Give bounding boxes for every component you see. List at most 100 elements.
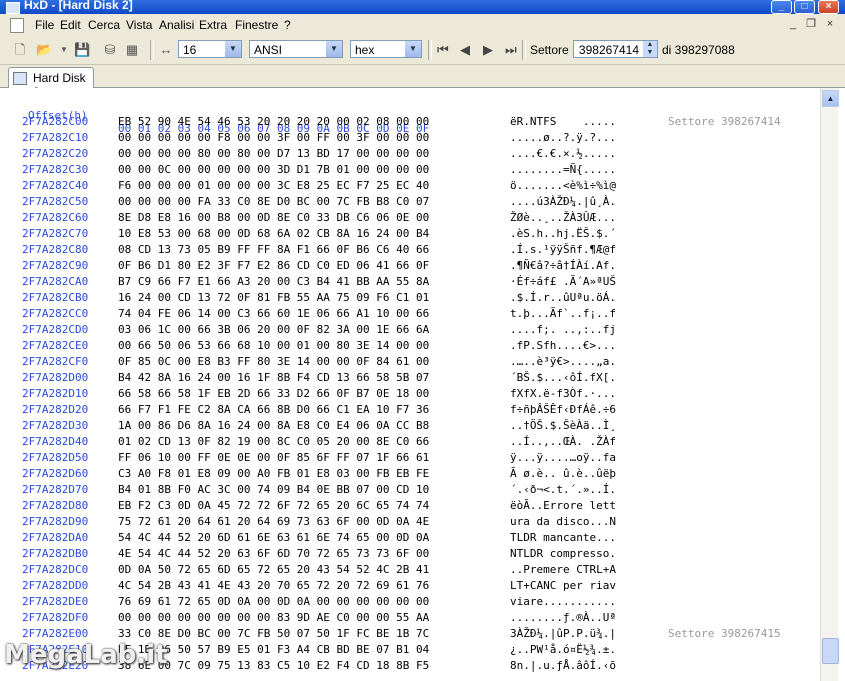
- offset-cell[interactable]: 2F7A282D10: [22, 387, 88, 400]
- hex-bytes-cell[interactable]: 00 00 00 00 00 F8 00 00 3F 00 FF 00 3F 0…: [118, 131, 429, 144]
- hex-bytes-cell[interactable]: 00 00 00 00 FA 33 C0 8E D0 BC 00 7C FB B…: [118, 195, 429, 208]
- ascii-cell[interactable]: t.þ...Ãf`..f¡..f: [510, 307, 616, 320]
- offset-cell[interactable]: 2F7A282DE0: [22, 595, 88, 608]
- offset-cell[interactable]: 2F7A282D80: [22, 499, 88, 512]
- hex-bytes-cell[interactable]: B4 42 8A 16 24 00 16 1F 8B F4 CD 13 66 5…: [118, 371, 429, 384]
- menu-finestre[interactable]: Finestre: [235, 18, 278, 32]
- hex-bytes-cell[interactable]: 00 00 0C 00 00 00 00 00 3D D1 7B 01 00 0…: [118, 163, 429, 176]
- offset-cell[interactable]: 2F7A282D90: [22, 515, 88, 528]
- minimize-button[interactable]: _: [771, 0, 792, 14]
- offset-cell[interactable]: 2F7A282C20: [22, 147, 88, 160]
- ascii-cell[interactable]: .¶Ñ€â?÷â†ÍÀí.Af.: [510, 259, 616, 272]
- offset-cell[interactable]: 2F7A282C90: [22, 259, 88, 272]
- ascii-cell[interactable]: NTLDR compresso.: [510, 547, 616, 560]
- hex-bytes-cell[interactable]: EB 52 90 4E 54 46 53 20 20 20 20 00 02 0…: [118, 115, 429, 128]
- ascii-cell[interactable]: .èS.h..hj.ËŠ.$.´: [510, 227, 616, 240]
- offset-cell[interactable]: 2F7A282D60: [22, 467, 88, 480]
- menu-vista[interactable]: Vista: [126, 18, 152, 32]
- menu-analisi[interactable]: Analisi: [159, 18, 194, 32]
- vertical-scrollbar[interactable]: ▲: [820, 88, 839, 681]
- offset-cell[interactable]: 2F7A282C30: [22, 163, 88, 176]
- hex-bytes-cell[interactable]: 00 00 00 00 00 00 00 00 83 9D AE C0 00 0…: [118, 611, 429, 624]
- last-sector-icon[interactable]: ⏭: [505, 42, 517, 58]
- hex-bytes-cell[interactable]: 54 4C 44 52 20 6D 61 6E 63 61 6E 74 65 0…: [118, 531, 429, 544]
- ascii-cell[interactable]: ŽØè..¸..ŽÀ3ÛÆ...: [510, 211, 616, 224]
- mdi-close-button[interactable]: ×: [823, 17, 837, 31]
- hex-bytes-cell[interactable]: 10 E8 53 00 68 00 0D 68 6A 02 CB 8A 16 2…: [118, 227, 429, 240]
- menu-help[interactable]: ?: [284, 18, 291, 32]
- hex-bytes-cell[interactable]: 16 24 00 CD 13 72 0F 81 FB 55 AA 75 09 F…: [118, 291, 429, 304]
- open-ram-icon[interactable]: ▦: [124, 42, 140, 58]
- ascii-cell[interactable]: .$.Í.r..ûUªu.öÁ.: [510, 291, 616, 304]
- hex-bytes-cell[interactable]: F6 00 00 00 01 00 00 00 3C E8 25 EC F7 2…: [118, 179, 429, 192]
- offset-cell[interactable]: 2F7A282DF0: [22, 611, 88, 624]
- hex-bytes-cell[interactable]: C3 A0 F8 01 E8 09 00 A0 FB 01 E8 03 00 F…: [118, 467, 429, 480]
- ascii-cell[interactable]: ·Éf÷áf£ .Ã´A»ªUŠ: [510, 275, 616, 288]
- charset-select[interactable]: ANSI ▼: [249, 40, 343, 58]
- close-button[interactable]: ×: [818, 0, 839, 14]
- hex-bytes-cell[interactable]: 08 CD 13 73 05 B9 FF FF 8A F1 66 0F B6 C…: [118, 243, 429, 256]
- ascii-cell[interactable]: ëR.NTFS .....: [510, 115, 616, 128]
- ascii-cell[interactable]: LT+CANC per riav: [510, 579, 616, 592]
- ascii-cell[interactable]: ¿..PW¹å.ó¤Ë½¾.±.: [510, 643, 616, 656]
- ascii-cell[interactable]: ö.......<è%ì÷%ì@: [510, 179, 616, 192]
- offset-cell[interactable]: 2F7A282CA0: [22, 275, 88, 288]
- bytes-per-row-select[interactable]: 16 ▼: [178, 40, 242, 58]
- hex-bytes-cell[interactable]: FF 06 10 00 FF 0E 0E 00 0F 85 6F FF 07 1…: [118, 451, 429, 464]
- menu-cerca[interactable]: Cerca: [88, 18, 120, 32]
- next-sector-icon[interactable]: ▶: [483, 42, 493, 58]
- hex-bytes-cell[interactable]: 33 C0 8E D0 BC 00 7C FB 50 07 50 1F FC B…: [118, 627, 429, 640]
- hex-bytes-cell[interactable]: 0F B6 D1 80 E2 3F F7 E2 86 CD C0 ED 06 4…: [118, 259, 429, 272]
- offset-cell[interactable]: 2F7A282C00: [22, 115, 88, 128]
- offset-cell[interactable]: 2F7A282C10: [22, 131, 88, 144]
- ascii-cell[interactable]: ´.‹ð¬<.t.´.»..Í.: [510, 483, 616, 496]
- ascii-cell[interactable]: .....ø..?.ÿ.?...: [510, 131, 616, 144]
- ascii-cell[interactable]: viare...........: [510, 595, 616, 608]
- offset-cell[interactable]: 2F7A282C60: [22, 211, 88, 224]
- display-mode-select[interactable]: hex ▼: [350, 40, 422, 58]
- open-file-icon[interactable]: 📂: [36, 42, 52, 58]
- hex-bytes-cell[interactable]: 76 69 61 72 65 0D 0A 00 0D 0A 00 00 00 0…: [118, 595, 429, 608]
- ascii-cell[interactable]: ....f;. ..‚:..fj: [510, 323, 616, 336]
- ascii-cell[interactable]: fXfX.ë-f3Òf.·...: [510, 387, 616, 400]
- open-dropdown-icon[interactable]: ▼: [56, 42, 72, 58]
- mdi-minimize-button[interactable]: _: [786, 17, 800, 31]
- hex-bytes-cell[interactable]: 8E D8 E8 16 00 B8 00 0D 8E C0 33 DB C6 0…: [118, 211, 429, 224]
- ascii-cell[interactable]: ura da disco...N: [510, 515, 616, 528]
- offset-cell[interactable]: 2F7A282D30: [22, 419, 88, 432]
- offset-cell[interactable]: 2F7A282D40: [22, 435, 88, 448]
- ascii-cell[interactable]: .fP.Sfh....€>...: [510, 339, 616, 352]
- previous-sector-icon[interactable]: ◀: [460, 42, 470, 58]
- menu-edit[interactable]: Edit: [60, 18, 81, 32]
- ascii-cell[interactable]: ..Í..‚..ŒÀ. .ŽÀf: [510, 435, 616, 448]
- hex-bytes-cell[interactable]: 74 04 FE 06 14 00 C3 66 60 1E 06 66 A1 1…: [118, 307, 429, 320]
- hex-bytes-cell[interactable]: 4C 54 2B 43 41 4E 43 20 70 65 72 20 72 6…: [118, 579, 429, 592]
- ascii-cell[interactable]: f÷ñþÂŠÊf‹ĐfÁê.÷6: [510, 403, 616, 416]
- offset-cell[interactable]: 2F7A282CB0: [22, 291, 88, 304]
- ascii-cell[interactable]: ..Premere CTRL+A: [510, 563, 616, 576]
- hex-bytes-cell[interactable]: 0D 0A 50 72 65 6D 65 72 65 20 43 54 52 4…: [118, 563, 429, 576]
- new-file-icon[interactable]: 🗋: [12, 42, 28, 58]
- scroll-thumb[interactable]: [822, 638, 839, 664]
- menu-extra[interactable]: Extra: [199, 18, 227, 32]
- offset-cell[interactable]: 2F7A282D00: [22, 371, 88, 384]
- offset-cell[interactable]: 2F7A282CD0: [22, 323, 88, 336]
- offset-cell[interactable]: 2F7A282CE0: [22, 339, 88, 352]
- hex-bytes-cell[interactable]: 00 00 00 00 80 00 80 00 D7 13 BD 17 00 0…: [118, 147, 429, 160]
- tab-hard-disk-2[interactable]: Hard Disk 2: [8, 67, 94, 99]
- offset-cell[interactable]: 2F7A282DA0: [22, 531, 88, 544]
- hex-bytes-cell[interactable]: 03 06 1C 00 66 3B 06 20 00 0F 82 3A 00 1…: [118, 323, 429, 336]
- ascii-cell[interactable]: .Í.s.¹ÿÿŠñf.¶Æ@f: [510, 243, 616, 256]
- offset-cell[interactable]: 2F7A282C80: [22, 243, 88, 256]
- ascii-cell[interactable]: ....ú3ÀŽĐ¼.|û¸À.: [510, 195, 616, 208]
- scroll-up-icon[interactable]: ▲: [822, 90, 839, 107]
- menu-file[interactable]: File: [35, 18, 54, 32]
- ascii-cell[interactable]: ëòÃ..Errore lett: [510, 499, 616, 512]
- hex-editor[interactable]: Offset(h) 00 01 02 03 04 05 06 07 08 09 …: [0, 88, 820, 681]
- offset-cell[interactable]: 2F7A282DB0: [22, 547, 88, 560]
- ascii-cell[interactable]: ........=Ñ{.....: [510, 163, 616, 176]
- hex-bytes-cell[interactable]: 75 72 61 20 64 61 20 64 69 73 63 6F 00 0…: [118, 515, 429, 528]
- offset-cell[interactable]: 2F7A282C70: [22, 227, 88, 240]
- offset-cell[interactable]: 2F7A282CC0: [22, 307, 88, 320]
- hex-bytes-cell[interactable]: B7 C9 66 F7 E1 66 A3 20 00 C3 B4 41 BB A…: [118, 275, 429, 288]
